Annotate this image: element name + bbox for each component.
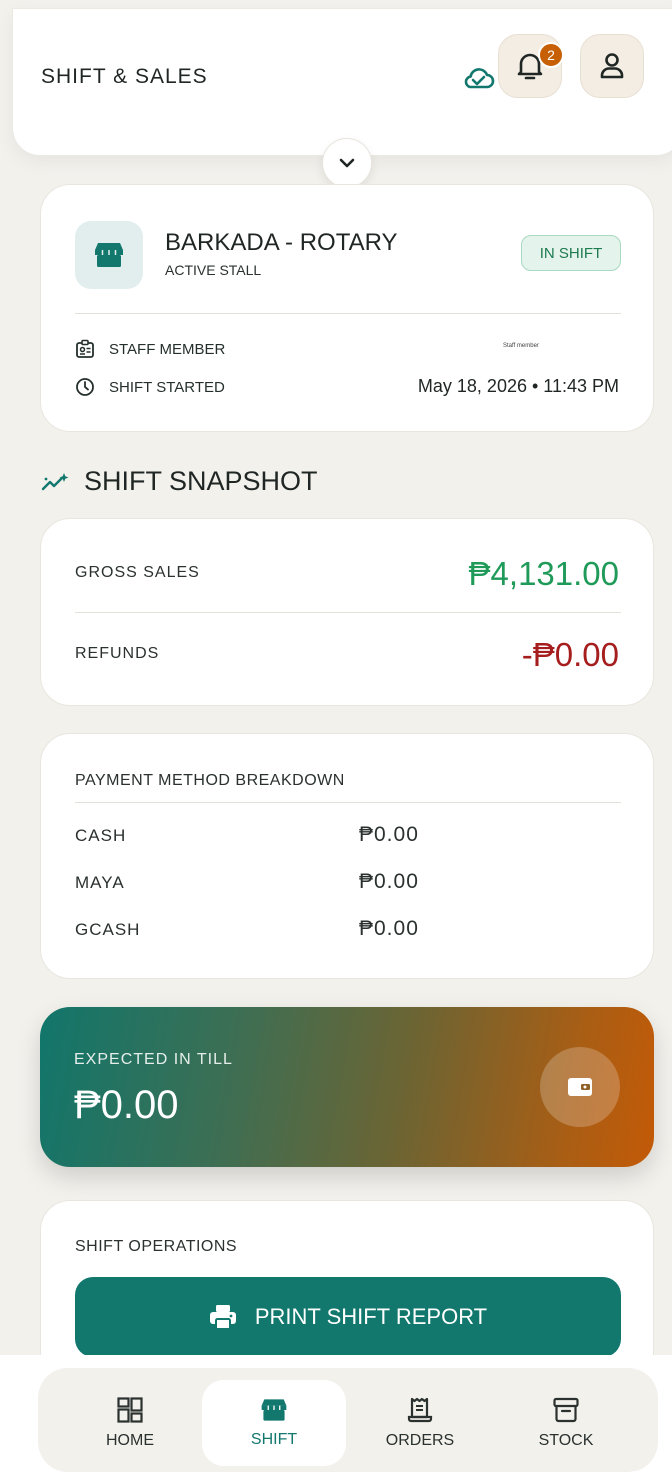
shift-operations-title: SHIFT OPERATIONS — [75, 1238, 238, 1255]
print-shift-report-label: PRINT SHIFT REPORT — [254, 1304, 488, 1329]
bottom-nav: HOME SHIFT ORDERS STOCK — [38, 1368, 658, 1472]
divider — [75, 313, 621, 314]
shift-started-label: SHIFT STARTED — [109, 378, 225, 396]
gross-sales-label: GROSS SALES — [75, 564, 200, 581]
payment-method-name: MAYA — [75, 873, 125, 892]
collapse-header-button[interactable] — [322, 138, 372, 188]
cloud-check-icon — [464, 68, 495, 89]
payment-row-gcash: GCASH ₱0.00 — [75, 917, 475, 944]
nav-label-stock: STOCK — [538, 1432, 594, 1449]
nav-item-orders[interactable]: ORDERS — [348, 1380, 492, 1466]
staff-member-value: Staff member — [503, 343, 539, 349]
payment-method-amount: ₱0.00 — [359, 823, 419, 846]
refunds-label: REFUNDS — [75, 645, 160, 662]
snapshot-title: SHIFT SNAPSHOT — [84, 466, 318, 496]
expected-till-label: EXPECTED IN TILL — [74, 1051, 233, 1068]
nav-label-home: HOME — [106, 1432, 154, 1449]
top-header: SHIFT & SALES — [12, 8, 672, 156]
gross-sales-value: ₱4,131.00 — [468, 555, 619, 592]
id-badge-icon — [76, 339, 94, 358]
nav-item-shift[interactable]: SHIFT — [202, 1380, 346, 1466]
page-title: SHIFT & SALES — [41, 65, 208, 88]
nav-label-orders: ORDERS — [385, 1432, 455, 1449]
nav-item-home[interactable]: HOME — [58, 1380, 202, 1466]
store-icon — [95, 243, 123, 267]
print-shift-report-button[interactable]: PRINT SHIFT REPORT — [75, 1277, 621, 1357]
profile-button[interactable] — [580, 34, 644, 98]
payment-row-cash: CASH ₱0.00 — [75, 823, 475, 850]
divider — [75, 802, 621, 803]
stall-subtitle: ACTIVE STALL — [165, 262, 262, 278]
stall-avatar — [75, 221, 143, 289]
user-icon — [600, 53, 624, 79]
status-badge: IN SHIFT — [521, 235, 621, 271]
clock-icon — [76, 378, 94, 396]
snapshot-heading: SHIFT SNAPSHOT — [40, 466, 318, 497]
payment-row-maya: MAYA ₱0.00 — [75, 870, 475, 897]
staff-member-label: STAFF MEMBER — [109, 340, 226, 358]
payment-method-name: CASH — [75, 826, 127, 845]
nav-item-stock[interactable]: STOCK — [494, 1380, 638, 1466]
payment-method-amount: ₱0.00 — [359, 870, 419, 893]
expected-till-card: EXPECTED IN TILL ₱0.00 — [40, 1007, 654, 1167]
store-icon — [261, 1399, 287, 1421]
shift-started-value: May 18, 2026 • 11:43 PM — [417, 376, 619, 396]
trend-sparkle-icon — [41, 472, 69, 490]
printer-icon — [209, 1305, 236, 1330]
stall-card: BARKADA - ROTARY ACTIVE STALL IN SHIFT S… — [40, 184, 654, 432]
chevron-down-icon — [339, 158, 355, 168]
payment-method-name: GCASH — [75, 920, 141, 939]
stall-name: BARKADA - ROTARY — [165, 229, 398, 256]
archive-icon — [553, 1397, 579, 1423]
payment-method-amount: ₱0.00 — [359, 917, 419, 940]
refunds-value: -₱0.00 — [521, 636, 619, 673]
staff-member-row: STAFF MEMBER — [75, 338, 225, 360]
wallet-icon — [568, 1078, 592, 1096]
wallet-badge — [540, 1047, 620, 1127]
divider — [75, 612, 621, 613]
notification-badge: 2 — [538, 42, 564, 68]
expected-till-value: ₱0.00 — [74, 1083, 179, 1127]
dashboard-icon — [117, 1397, 143, 1423]
nav-label-shift: SHIFT — [250, 1431, 298, 1448]
payment-breakdown-card: PAYMENT METHOD BREAKDOWN CASH ₱0.00 MAYA… — [40, 733, 654, 979]
receipt-icon — [407, 1397, 433, 1423]
shift-started-row: SHIFT STARTED — [75, 376, 225, 398]
sales-card: GROSS SALES ₱4,131.00 REFUNDS -₱0.00 — [40, 518, 654, 706]
payment-breakdown-title: PAYMENT METHOD BREAKDOWN — [75, 772, 345, 789]
